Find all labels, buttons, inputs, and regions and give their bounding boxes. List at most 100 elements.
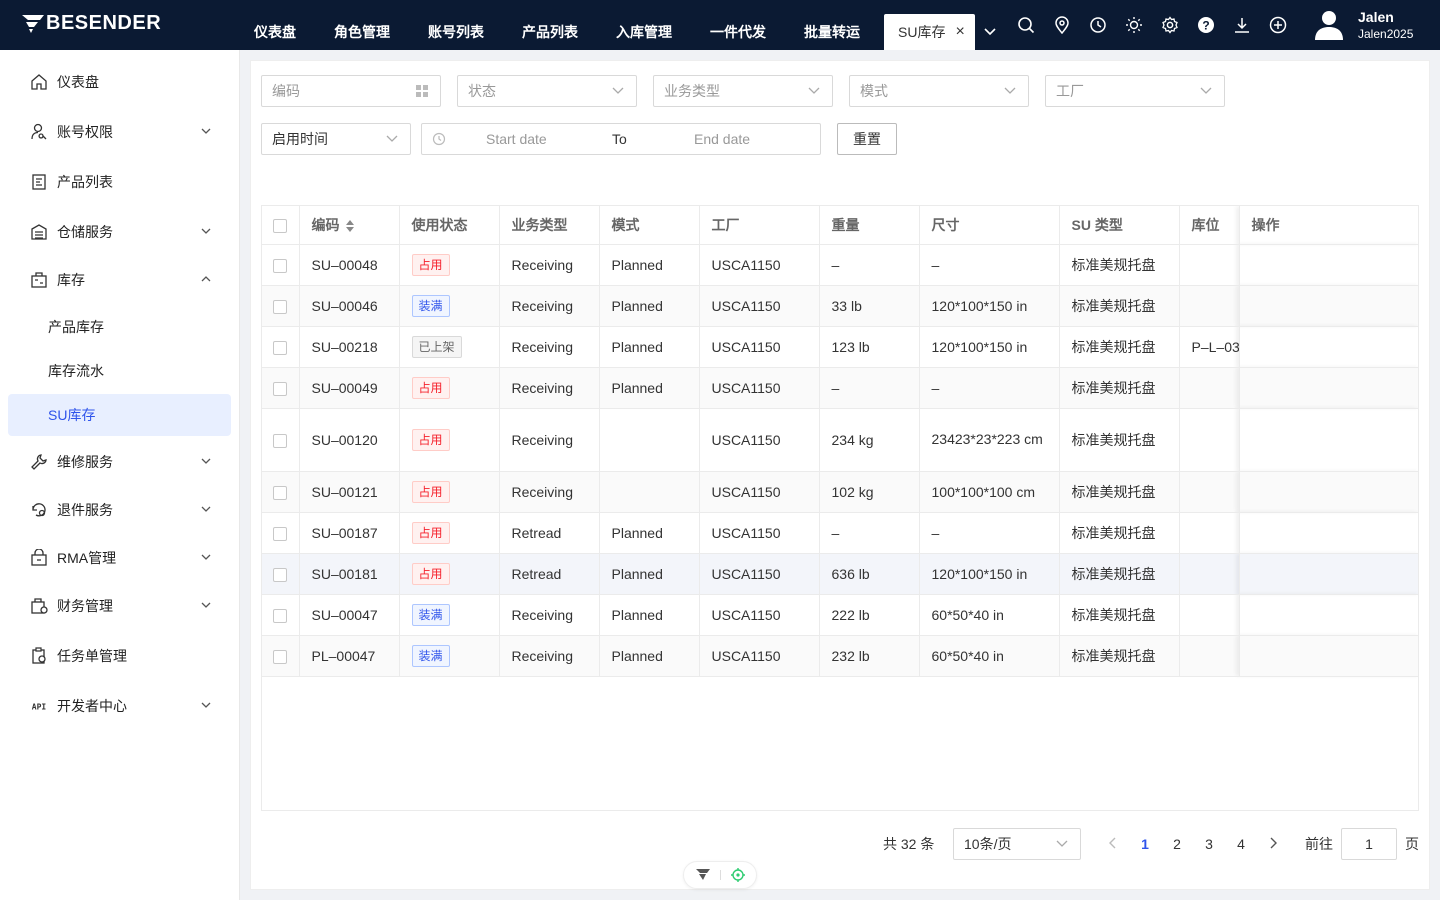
user-menu[interactable]: Jalen Jalen2025 [1310,6,1413,44]
logo[interactable]: BESENDER [22,12,161,35]
code-input[interactable]: 编码 [261,75,441,107]
row-checkbox[interactable] [273,381,287,396]
sidebar-item-product-inventory[interactable]: 产品库存 [8,306,231,348]
sidebar-item-finance[interactable]: 财务管理 [8,585,231,627]
business-type-select[interactable]: 业务类型 [653,75,833,107]
row-checkbox[interactable] [273,299,287,314]
sort-icon[interactable] [345,220,354,233]
cell-weight: 222 lb [819,594,920,636]
nav-dashboard[interactable]: 仪表盘 [240,14,310,50]
table-row[interactable]: SU–00047 装满 Receiving Planned USCA1150 222 lb… [262,594,1418,636]
col-code[interactable]: 编码 [299,206,400,245]
sidebar-item-rma[interactable]: RMA管理 [8,537,231,579]
settings-button[interactable] [1152,0,1188,50]
select-all-checkbox[interactable] [273,218,287,233]
sidebar-item-task-orders[interactable]: 任务单管理 [8,635,231,677]
download-button[interactable] [1224,0,1260,50]
status-select[interactable]: 状态 [457,75,637,107]
cell-size: 120*100*150 in [919,326,1060,368]
grid-icon[interactable] [416,85,428,97]
business-type-placeholder: 业务类型 [664,83,720,99]
close-icon[interactable]: × [955,14,964,50]
factory-select[interactable]: 工厂 [1045,75,1225,107]
table-row[interactable]: SU–00120 占用 Receiving USCA1150 234 kg 23423*2… [262,408,1418,472]
cell-status: 占用 [399,471,500,513]
add-button[interactable] [1260,0,1296,50]
sidebar-item-developer-center[interactable]: API 开发者中心 [8,685,231,727]
logo-mark-icon[interactable] [695,869,710,881]
row-checkbox[interactable] [273,433,287,448]
tab-su-inventory[interactable]: SU库存 × [884,14,975,50]
mode-placeholder: 模式 [860,83,888,99]
nav-dropship[interactable]: 一件代发 [696,14,780,50]
row-checkbox[interactable] [273,567,287,582]
sidebar-item-product-list[interactable]: 产品列表 [8,161,231,203]
goto-page-input[interactable]: 1 [1341,828,1397,860]
row-checkbox[interactable] [273,608,287,623]
page-4[interactable]: 4 [1225,828,1257,860]
nav-more-button[interactable] [975,14,1005,50]
theme-button[interactable] [1116,0,1152,50]
nav-roles[interactable]: 角色管理 [320,14,404,50]
table-row[interactable]: SU–00121 占用 Receiving USCA1150 102 kg 100*100… [262,471,1418,513]
search-button[interactable] [1008,0,1044,50]
nav-inbound[interactable]: 入库管理 [602,14,686,50]
cell-actions [1239,367,1418,409]
cell-location [1179,471,1240,513]
page-size-select[interactable]: 10条/页 [953,828,1081,860]
table-row[interactable]: SU–00049 占用 Receiving Planned USCA1150– – 标准美规… [262,367,1418,409]
sidebar-item-account-permissions[interactable]: 账号权限 [8,111,231,153]
table-row[interactable]: SU–00218 已上架 Receiving Planned USCA1150 123 l… [262,326,1418,368]
table-row[interactable]: SU–00046 装满 Receiving Planned USCA1150 33 lb 1… [262,285,1418,327]
row-select-cell [262,244,300,286]
sidebar-item-warehouse-service[interactable]: 仓储服务 [8,211,231,253]
cell-su-type: 标准美规托盘 [1059,594,1180,636]
history-button[interactable] [1080,0,1116,50]
table-row[interactable]: PL–00047 装满 Receiving Planned USCA1150 232 lb… [262,635,1418,677]
next-page-button[interactable] [1257,828,1289,860]
target-icon[interactable] [730,868,745,882]
prev-page-button[interactable] [1097,828,1129,860]
sidebar-item-label: 产品库存 [48,319,104,335]
date-range-picker[interactable]: Start date To End date [421,123,821,155]
table-row[interactable]: SU–00187 占用 Retread Planned USCA1150– – 标准美规托盘 [262,512,1418,554]
row-checkbox[interactable] [273,485,287,500]
table-row[interactable]: SU–00181 占用 Retread Planned USCA1150 636 lb 12… [262,553,1418,595]
row-checkbox[interactable] [273,649,287,664]
time-type-select[interactable]: 启用时间 [261,123,411,155]
row-checkbox[interactable] [273,340,287,355]
sidebar-item-label: 任务单管理 [57,648,127,664]
help-button[interactable]: ? [1188,0,1224,50]
end-date-input[interactable]: End date [694,131,750,147]
row-checkbox[interactable] [273,526,287,541]
cell-factory: USCA1150 [699,512,820,554]
cell-location [1179,553,1240,595]
row-select-cell [262,553,300,595]
sidebar-item-inventory[interactable]: 库存 [8,259,231,301]
cell-factory: USCA1150 [699,594,820,636]
page-2[interactable]: 2 [1161,828,1193,860]
nav-products[interactable]: 产品列表 [508,14,592,50]
sidebar-item-inventory-flow[interactable]: 库存流水 [8,350,231,392]
cell-weight: – [819,244,920,286]
reset-button[interactable]: 重置 [837,123,897,155]
col-size: 尺寸 [919,206,1060,245]
sidebar-item-return-service[interactable]: 退件服务 [8,489,231,531]
start-date-input[interactable]: Start date [486,131,547,147]
nav-transfer[interactable]: 批量转运 [790,14,874,50]
sidebar-item-su-inventory[interactable]: SU库存 [8,394,231,436]
location-button[interactable] [1044,0,1080,50]
mode-select[interactable]: 模式 [849,75,1029,107]
page-3[interactable]: 3 [1193,828,1225,860]
cell-status: 已上架 [399,326,500,368]
row-checkbox[interactable] [273,258,287,273]
sidebar-item-repair-service[interactable]: 维修服务 [8,441,231,483]
page-suffix: 页 [1405,836,1419,852]
sidebar-item-dashboard[interactable]: 仪表盘 [8,61,231,103]
cell-su-type: 标准美规托盘 [1059,367,1180,409]
cell-weight: – [819,367,920,409]
table-row[interactable]: SU–00048 占用 Receiving Planned USCA1150– – 标准美规… [262,244,1418,286]
nav-accounts[interactable]: 账号列表 [414,14,498,50]
page-1[interactable]: 1 [1129,828,1161,860]
rma-icon [31,549,47,566]
